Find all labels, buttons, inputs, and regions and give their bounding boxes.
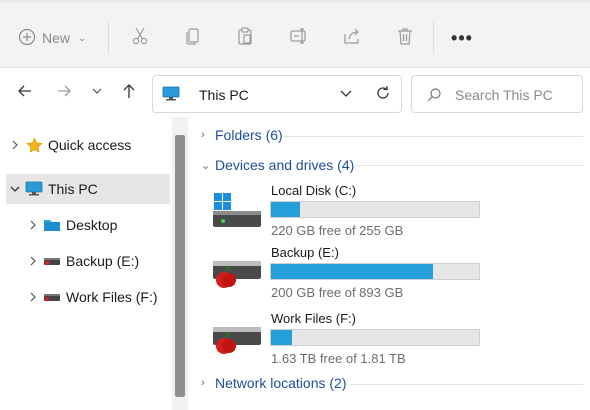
search-placeholder: Search This PC [455, 87, 553, 103]
chevron-right-icon[interactable] [6, 140, 24, 150]
drive-icon [42, 252, 62, 270]
toolbar-divider [108, 22, 109, 54]
cut-icon [130, 26, 150, 51]
command-bar: New ⌄ ••• [0, 0, 590, 68]
delete-icon [395, 26, 415, 51]
drive-usage-bar [270, 263, 480, 280]
arrow-left-icon [17, 83, 33, 104]
sidebar-item-quick-access[interactable]: Quick access [6, 130, 170, 160]
drive-usage-fill [271, 264, 434, 279]
sidebar-item-backup[interactable]: Backup (E:) [24, 246, 170, 276]
sidebar-item-label: Desktop [66, 217, 118, 233]
address-bar[interactable]: This PC [152, 75, 402, 113]
rename-button[interactable] [287, 26, 311, 50]
arrow-right-icon [56, 83, 72, 104]
group-header-folders[interactable]: › Folders (6) [201, 127, 283, 143]
refresh-icon[interactable] [375, 85, 391, 106]
scrollbar-thumb[interactable] [175, 135, 185, 397]
sidebar-item-this-pc[interactable]: This PC [6, 174, 170, 204]
drive-free-space: 1.63 TB free of 1.81 TB [271, 351, 406, 366]
chevron-right-icon: › [201, 129, 205, 141]
drive-usage-bar [270, 201, 480, 218]
search-box[interactable]: Search This PC [411, 75, 583, 113]
chevron-right-icon[interactable] [24, 256, 42, 266]
forward-button[interactable] [52, 81, 76, 105]
cut-button[interactable] [128, 26, 152, 50]
drive-usage-fill [271, 330, 292, 345]
navigation-pane: Quick access This PC Desktop Backup (E:) [0, 117, 172, 410]
group-header-label: Network locations (2) [215, 375, 347, 391]
sidebar-item-label: This PC [48, 181, 98, 197]
desktop-folder-icon [42, 216, 62, 234]
content-pane: › Folders (6) ⌄ Devices and drives (4) L… [189, 117, 590, 410]
group-divider [283, 136, 583, 137]
sidebar-scrollbar[interactable] [172, 117, 188, 410]
new-button-label: New [42, 30, 71, 46]
group-header-network[interactable]: › Network locations (2) [201, 375, 347, 391]
chevron-right-icon: › [201, 377, 205, 389]
drive-tile-backup[interactable]: Backup (E:) 200 GB free of 893 GB [212, 245, 482, 305]
group-header-devices[interactable]: ⌄ Devices and drives (4) [201, 157, 354, 173]
group-header-label: Folders (6) [215, 127, 283, 143]
group-divider [349, 384, 583, 385]
star-icon [24, 136, 44, 154]
drive-name: Work Files (F:) [271, 311, 356, 326]
drive-name: Local Disk (C:) [271, 183, 357, 198]
more-icon: ••• [451, 27, 473, 48]
drive-tile-work-files[interactable]: Work Files (F:) 1.63 TB free of 1.81 TB [212, 311, 482, 371]
chevron-down-icon[interactable] [6, 184, 24, 194]
more-options-button[interactable]: ••• [450, 26, 474, 50]
arrow-up-icon [121, 83, 137, 104]
drive-tile-local-disk[interactable]: Local Disk (C:) 220 GB free of 255 GB [212, 183, 482, 243]
window-top-edge [0, 0, 590, 3]
chevron-down-icon[interactable] [339, 86, 353, 105]
drive-free-space: 200 GB free of 893 GB [271, 285, 404, 300]
drive-usage-fill [271, 202, 301, 217]
paste-icon [235, 26, 255, 51]
delete-button[interactable] [393, 26, 417, 50]
drive-icon [42, 288, 62, 306]
chevron-down-icon: ⌄ [201, 159, 211, 172]
sidebar-item-desktop[interactable]: Desktop [24, 210, 170, 240]
pc-icon [162, 86, 180, 107]
new-button[interactable]: New ⌄ [18, 24, 86, 52]
copy-icon [183, 26, 203, 51]
sidebar-item-label: Quick access [48, 137, 132, 153]
address-text: This PC [199, 87, 249, 103]
sidebar-item-label: Work Files (F:) [66, 289, 158, 305]
back-button[interactable] [13, 81, 37, 105]
chevron-right-icon[interactable] [24, 220, 42, 230]
pc-icon [24, 180, 44, 198]
search-icon [426, 87, 442, 108]
share-button[interactable] [340, 26, 364, 50]
share-icon [342, 26, 362, 51]
apple-drive-icon [212, 315, 264, 359]
apple-drive-icon [212, 249, 264, 293]
plus-circle-icon [18, 28, 36, 49]
drive-name: Backup (E:) [271, 245, 339, 260]
up-button[interactable] [117, 81, 141, 105]
group-divider [353, 165, 583, 166]
toolbar-divider [433, 22, 434, 54]
rename-icon [289, 26, 309, 51]
navigation-bar: This PC Search This PC [0, 69, 590, 117]
drive-free-space: 220 GB free of 255 GB [271, 223, 404, 238]
chevron-down-icon: ⌄ [78, 32, 87, 44]
sidebar-item-label: Backup (E:) [66, 253, 140, 269]
recent-locations-button[interactable] [85, 81, 109, 105]
windows-drive-icon [212, 187, 264, 231]
group-header-label: Devices and drives (4) [215, 157, 355, 173]
copy-button[interactable] [181, 26, 205, 50]
chevron-down-icon [91, 84, 103, 102]
chevron-right-icon[interactable] [24, 292, 42, 302]
paste-button[interactable] [233, 26, 257, 50]
sidebar-item-work-files[interactable]: Work Files (F:) [24, 282, 170, 312]
drive-usage-bar [270, 329, 480, 346]
